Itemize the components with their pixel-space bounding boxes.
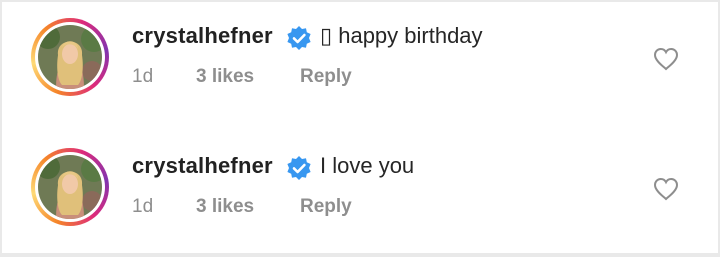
verified-badge-icon (286, 25, 312, 51)
avatar-photo (38, 25, 102, 89)
avatar[interactable] (31, 148, 109, 226)
comment-item: crystalhefner ▯ happy birthday 1d 3 like… (2, 2, 718, 122)
username[interactable]: crystalhefner (132, 23, 273, 49)
heart-outline-icon[interactable] (653, 47, 679, 71)
avatar-photo (38, 155, 102, 219)
comments-panel: crystalhefner ▯ happy birthday 1d 3 like… (2, 2, 718, 253)
comment-time: 1d (132, 66, 154, 87)
reply-button[interactable]: Reply (300, 196, 352, 218)
comment-text: ▯ happy birthday (320, 23, 483, 48)
heart-outline-icon[interactable] (653, 177, 679, 201)
likes-count[interactable]: 3 likes (196, 196, 254, 218)
reply-button[interactable]: Reply (300, 66, 352, 88)
comment-time: 1d (132, 196, 154, 217)
username[interactable]: crystalhefner (132, 153, 273, 179)
likes-count[interactable]: 3 likes (196, 66, 254, 88)
verified-badge-icon (286, 155, 312, 181)
avatar[interactable] (31, 18, 109, 96)
comment-item: crystalhefner I love you 1d 3 likes Repl… (2, 132, 718, 252)
comment-text: I love you (320, 153, 415, 178)
